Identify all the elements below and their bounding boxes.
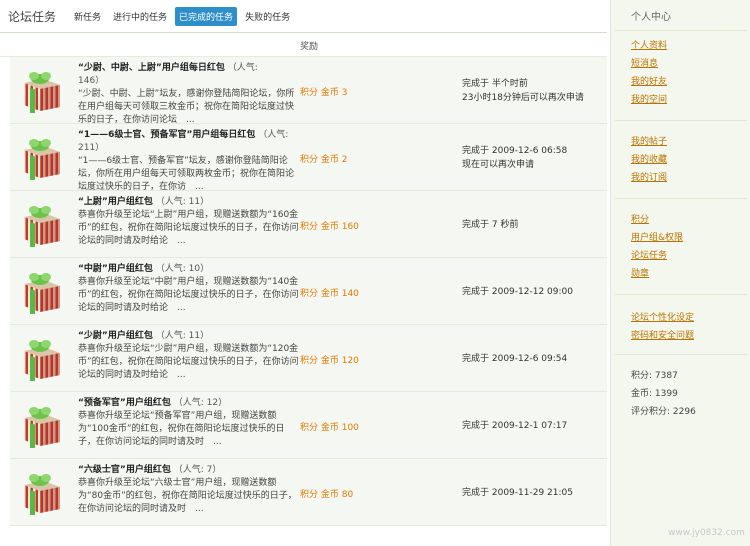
task-status: 完成于 2009-12-6 06:58 现在可以再次申请 <box>462 144 602 172</box>
sidebar-item-credits[interactable]: 积分 <box>631 212 649 225</box>
gift-box-icon <box>24 139 60 180</box>
watermark: www.jy0832.com <box>668 528 745 538</box>
column-header: 奖励 <box>0 33 607 57</box>
task-row: “中尉”用户组红包 （人气: 10） 恭喜你升级至论坛“中尉”用户组，现赠送数额为… <box>10 258 607 325</box>
task-info: “1——6级士官、预备军官”用户组每日红包 （人气: 211） “1——6级士官、… <box>78 129 300 194</box>
task-status-line: 完成于 2009-12-6 09:54 <box>462 354 568 364</box>
task-description: 恭喜你升级至论坛“上尉”用户组，现赠送数额为“160金币”的红包，祝你在简阳论坛… <box>78 210 299 246</box>
task-status-line: 现在可以再次申请 <box>462 160 535 170</box>
task-title[interactable]: “少尉、中尉、上尉”用户组每日红包 <box>78 63 225 73</box>
task-status-line: 完成于 半个时前 <box>462 79 528 89</box>
gift-box-icon <box>24 340 60 381</box>
sidebar-item-personalize[interactable]: 论坛个性化设定 <box>631 310 694 323</box>
task-status-line: 完成于 2009-12-6 06:58 <box>462 146 568 156</box>
task-title[interactable]: “预备军官”用户组红包 <box>78 398 171 408</box>
sidebar-divider <box>615 354 747 355</box>
task-description: 恭喜你升级至论坛“六级士官”用户组，现赠送数额为“80金币”的红包，祝你在简阳论… <box>78 478 297 514</box>
task-reward: 积分 金币 120 <box>300 356 359 366</box>
task-title[interactable]: “上尉”用户组红包 <box>78 197 153 207</box>
sidebar-divider <box>615 30 747 31</box>
task-title[interactable]: “六级士官”用户组红包 <box>78 465 171 475</box>
sidebar-item-space[interactable]: 我的空间 <box>631 92 667 105</box>
stat-credits: 积分: 7387 <box>631 371 678 381</box>
page-title: 论坛任务 <box>8 9 57 24</box>
reward-column-header: 奖励 <box>300 42 319 52</box>
task-status: 完成于 2009-12-6 09:54 <box>462 352 602 366</box>
task-reward: 积分 金币 3 <box>300 88 348 98</box>
sidebar-item-messages[interactable]: 短消息 <box>631 56 658 69</box>
task-row: “1——6级士官、预备军官”用户组每日红包 （人气: 211） “1——6级士官、… <box>10 124 607 194</box>
task-title[interactable]: “1——6级士官、预备军官”用户组每日红包 <box>78 130 255 140</box>
gift-box-icon <box>24 273 60 314</box>
task-status-line: 完成于 7 秒前 <box>462 220 519 230</box>
task-description: “少尉、中尉、上尉”坛友，感谢你登陆简阳论坛，你所在用户组每天可领取三枚金币；祝… <box>78 89 295 125</box>
sidebar-item-friends[interactable]: 我的好友 <box>631 74 667 87</box>
sidebar-divider <box>615 120 747 121</box>
task-popularity-count: 146） <box>78 76 105 86</box>
task-info: “少尉”用户组红包 （人气: 11） 恭喜你升级至论坛“少尉”用户组，现赠送数额为… <box>78 330 300 382</box>
sidebar-item-password[interactable]: 密码和安全问题 <box>631 328 694 341</box>
task-popularity: （人气: 11） <box>155 197 210 207</box>
tab-new-tasks[interactable]: 新任务 <box>70 7 105 26</box>
stat-gold: 金币: 1399 <box>631 389 678 399</box>
task-info: “中尉”用户组红包 （人气: 10） 恭喜你升级至论坛“中尉”用户组，现赠送数额为… <box>78 263 300 315</box>
task-title[interactable]: “少尉”用户组红包 <box>78 331 153 341</box>
task-status-line: 完成于 2009-12-12 09:00 <box>462 287 573 297</box>
sidebar-item-subscriptions[interactable]: 我的订阅 <box>631 170 667 183</box>
task-info: “预备军官”用户组红包 （人气: 12） 恭喜你升级至论坛“预备军官”用户组，现赠… <box>78 397 300 449</box>
task-reward: 积分 金币 80 <box>300 490 354 500</box>
task-status: 完成于 2009-12-1 07:17 <box>462 419 602 433</box>
task-status: 完成于 2009-12-12 09:00 <box>462 285 602 299</box>
task-description: 恭喜你升级至论坛“中尉”用户组，现赠送数额为“140金币”的红包，祝你在简阳论坛… <box>78 277 299 313</box>
task-row: “少尉、中尉、上尉”用户组每日红包 （人气: 146） “少尉、中尉、上尉”坛友，感… <box>10 57 607 127</box>
tab-completed[interactable]: 已完成的任务 <box>175 6 238 26</box>
gift-box-icon <box>24 206 60 247</box>
task-status-line: 完成于 2009-12-1 07:17 <box>462 421 568 431</box>
task-popularity: （人气: 11） <box>155 331 210 341</box>
sidebar-divider <box>615 198 747 199</box>
task-description: 恭喜你升级至论坛“预备军官”用户组，现赠送数额为“100金币”的红包，祝你在简阳… <box>78 411 285 447</box>
task-row: “预备军官”用户组红包 （人气: 12） 恭喜你升级至论坛“预备军官”用户组，现赠… <box>10 392 607 459</box>
task-status-line: 完成于 2009-11-29 21:05 <box>462 488 573 498</box>
task-popularity: （人气: 7） <box>173 465 222 475</box>
tab-failed[interactable]: 失败的任务 <box>241 7 294 26</box>
gift-box-icon <box>24 407 60 448</box>
task-popularity: （人气: 10） <box>155 264 210 274</box>
sidebar-item-medals[interactable]: 勋章 <box>631 266 649 279</box>
task-status: 完成于 半个时前 23小时18分钟后可以再次申请 <box>462 77 602 105</box>
sidebar-item-profile[interactable]: 个人资料 <box>631 38 667 51</box>
sidebar-item-my-posts[interactable]: 我的帖子 <box>631 134 667 147</box>
task-popularity: （人气: 12） <box>173 398 228 408</box>
main-panel: 论坛任务 新任务 进行中的任务 已完成的任务 失败的任务 奖励 “少尉、中尉、上… <box>0 0 607 546</box>
task-reward: 积分 金币 140 <box>300 289 359 299</box>
sidebar-item-usergroups[interactable]: 用户组&权限 <box>631 230 683 243</box>
task-row: “上尉”用户组红包 （人气: 11） 恭喜你升级至论坛“上尉”用户组，现赠送数额为… <box>10 191 607 258</box>
task-description: 恭喜你升级至论坛“少尉”用户组，现赠送数额为“120金币”的红包，祝你在简阳论坛… <box>78 344 299 380</box>
header: 论坛任务 新任务 进行中的任务 已完成的任务 失败的任务 <box>0 0 607 33</box>
task-reward: 积分 金币 100 <box>300 423 359 433</box>
task-status-line: 23小时18分钟后可以再次申请 <box>462 93 584 103</box>
sidebar-title: 个人中心 <box>631 12 671 23</box>
sidebar-divider <box>615 294 747 295</box>
task-popularity: （人气: <box>227 63 258 73</box>
task-status: 完成于 7 秒前 <box>462 218 602 232</box>
gift-box-icon <box>24 474 60 515</box>
task-status: 完成于 2009-11-29 21:05 <box>462 486 602 500</box>
gift-box-icon <box>24 72 60 113</box>
task-description: “1——6级士官、预备军官”坛友，感谢你登陆简阳论坛，你所在用户组每天可领取两枚… <box>78 156 295 192</box>
task-row: “少尉”用户组红包 （人气: 11） 恭喜你升级至论坛“少尉”用户组，现赠送数额为… <box>10 325 607 392</box>
sidebar-item-favorites[interactable]: 我的收藏 <box>631 152 667 165</box>
stat-rating-credits: 评分积分: 2296 <box>631 407 696 417</box>
task-reward: 积分 金币 2 <box>300 155 348 165</box>
sidebar: 个人中心 个人资料 短消息 我的好友 我的空间 我的帖子 我的收藏 我的订阅 积… <box>610 0 750 546</box>
sidebar-item-tasks[interactable]: 论坛任务 <box>631 248 667 261</box>
task-row: “六级士官”用户组红包 （人气: 7） 恭喜你升级至论坛“六级士官”用户组，现赠送… <box>10 459 607 526</box>
task-info: “上尉”用户组红包 （人气: 11） 恭喜你升级至论坛“上尉”用户组，现赠送数额为… <box>78 196 300 248</box>
task-info: “少尉、中尉、上尉”用户组每日红包 （人气: 146） “少尉、中尉、上尉”坛友，感… <box>78 62 300 127</box>
task-info: “六级士官”用户组红包 （人气: 7） 恭喜你升级至论坛“六级士官”用户组，现赠送… <box>78 464 300 516</box>
tab-in-progress[interactable]: 进行中的任务 <box>109 7 171 26</box>
task-reward: 积分 金币 160 <box>300 222 359 232</box>
task-title[interactable]: “中尉”用户组红包 <box>78 264 153 274</box>
